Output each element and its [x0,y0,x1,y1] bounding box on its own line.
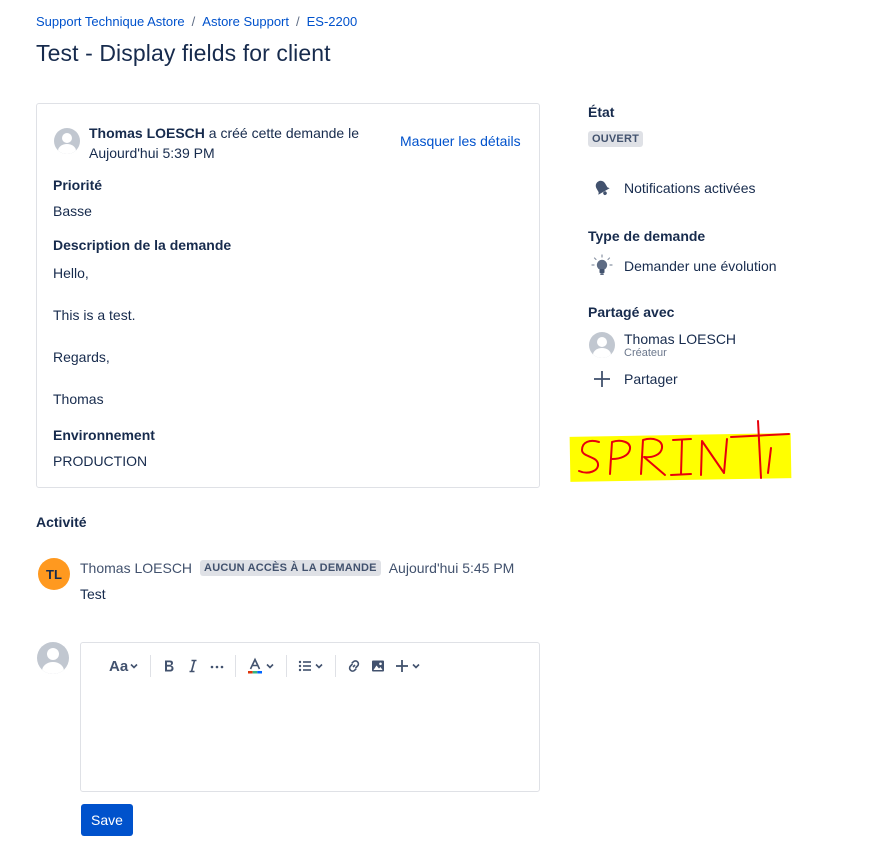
more-icon [210,665,224,669]
shared-user-info: Thomas LOESCH Créateur [624,331,736,359]
toolbar-divider [235,655,237,677]
description-line: This is a test. [53,307,136,323]
bold-icon [165,660,174,672]
comment-meta: Thomas LOESCH AUCUN ACCÈS À LA DEMANDE A… [80,560,514,576]
breadcrumb-separator: / [191,14,196,29]
shared-user: Thomas LOESCH Créateur [588,331,736,359]
more-formatting-button[interactable] [205,652,229,680]
breadcrumb-item-issue-key[interactable]: ES-2200 [307,14,358,29]
lightbulb-icon [588,254,616,278]
chevron-down-icon [412,663,420,669]
request-header: Thomas LOESCH a créé cette demande le Au… [89,123,359,163]
request-type-value: Demander une évolution [624,258,777,274]
toolbar-divider [335,655,337,677]
description-label: Description de la demande [53,237,232,253]
request-action-text: a créé cette demande le [208,125,360,141]
commenter-avatar: TL [38,558,70,590]
text-style-label: Aa [109,657,129,675]
editor-toolbar: Aa [105,651,426,681]
toolbar-divider [286,655,288,677]
request-type: Demander une évolution [588,254,777,278]
save-button[interactable]: Save [81,804,133,836]
priority-value: Basse [53,203,92,219]
shared-user-avatar [589,332,615,358]
list-dropdown[interactable] [293,652,329,680]
sprint-annotation [578,420,790,479]
reporter-name: Thomas LOESCH [89,125,205,141]
breadcrumb: Support Technique Astore / Astore Suppor… [36,14,357,29]
comment-author: Thomas LOESCH [80,560,193,576]
text-color-button[interactable] [242,652,280,680]
italic-button[interactable] [181,652,205,680]
shared-user-name: Thomas LOESCH [624,331,737,347]
bold-button[interactable] [157,652,181,680]
comment-timestamp: Aujourd'hui 5:45 PM [388,560,515,576]
activity-title: Activité [36,514,87,530]
shared-user-avatar-wrap [588,332,616,358]
share-button[interactable]: Partager [588,367,678,391]
comment-body: Test [80,586,106,602]
chevron-down-icon [130,663,138,669]
request-details-card: Thomas LOESCH a créé cette demande le Au… [36,103,540,488]
breadcrumb-separator: / [296,14,300,29]
toolbar-divider [150,655,152,677]
status-badge: OUVERT [588,131,644,147]
description-line: Hello, [53,265,89,281]
notifications-label: Notifications activées [624,180,756,196]
bell-icon [588,176,616,200]
breadcrumb-item-service-desk[interactable]: Support Technique Astore [36,14,185,29]
access-badge: AUCUN ACCÈS À LA DEMANDE [200,560,381,576]
environment-value: PRODUCTION [53,453,148,469]
page-title: Test - Display fields for client [36,40,331,66]
shared-with-label: Partagé avec [588,304,675,320]
breadcrumb-item-portal[interactable]: Astore Support [202,14,289,29]
image-button[interactable] [366,652,390,680]
bullet-list-icon [298,660,312,672]
notifications-toggle[interactable]: Notifications activées [588,176,756,200]
priority-label: Priorité [53,177,103,193]
insert-dropdown[interactable] [390,652,426,680]
chevron-down-icon [315,663,323,669]
reporter-avatar [54,128,80,154]
description-line: Thomas [53,391,104,407]
environment-label: Environnement [53,427,155,443]
request-created-time: Aujourd'hui 5:39 PM [89,145,215,161]
share-label: Partager [624,371,678,387]
comment-editor[interactable]: Aa [80,642,540,792]
plus-icon [396,660,409,672]
description-line: Regards, [53,349,110,365]
text-style-dropdown[interactable]: Aa [105,652,144,680]
request-type-label: Type de demande [588,228,706,244]
shared-user-role: Créateur [624,347,667,359]
link-icon [348,660,360,672]
chevron-down-icon [266,663,274,669]
status-label: État [588,104,615,120]
plus-icon [588,367,616,391]
hide-details-link[interactable]: Masquer les détails [400,133,521,149]
comment-input-area[interactable] [81,687,539,791]
image-icon [372,660,385,672]
italic-icon [189,659,197,673]
current-user-avatar [37,642,69,674]
link-button[interactable] [342,652,366,680]
text-color-icon [248,657,263,674]
